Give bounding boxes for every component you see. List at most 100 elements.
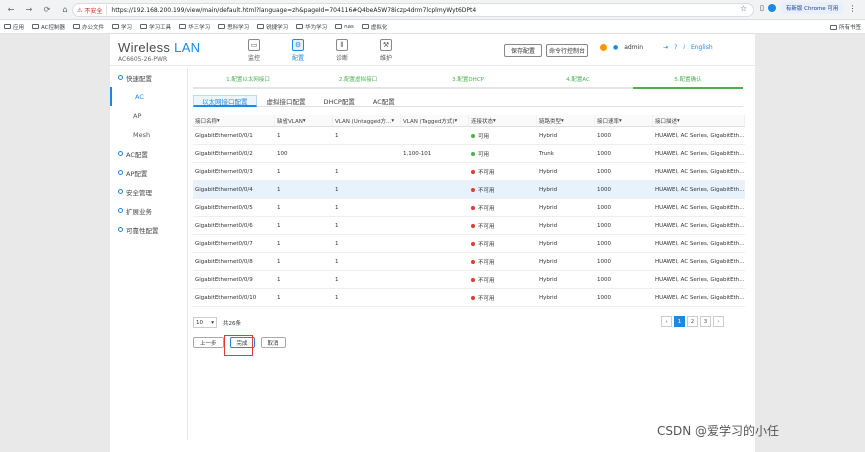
page-button[interactable]: 3 bbox=[700, 316, 711, 327]
sidebar-item[interactable]: 快速配置 bbox=[110, 68, 187, 87]
table-row[interactable]: GigabitEthernet0/0/3 1 1 不可用 Hybrid 1000 HUAWE… bbox=[193, 163, 745, 181]
nav-gear[interactable]: ⚙ 配置 bbox=[286, 39, 310, 62]
bookmark-star-icon[interactable]: ☆ bbox=[740, 4, 747, 13]
sort-icon[interactable]: ▾ bbox=[391, 118, 394, 124]
cell-value: Hybrid bbox=[539, 222, 558, 229]
sidebar-item[interactable]: AP bbox=[110, 106, 187, 125]
sort-icon[interactable]: ▾ bbox=[493, 118, 496, 124]
sidebar-item[interactable]: AP配置 bbox=[110, 163, 187, 182]
bookmark-item[interactable]: 应用 bbox=[4, 23, 24, 31]
table-row[interactable]: GigabitEthernet0/0/2 100 1,100-101 可用 Trunk 1… bbox=[193, 145, 745, 163]
language-link[interactable]: English bbox=[691, 44, 713, 51]
tab-item[interactable]: DHCP配置 bbox=[316, 95, 363, 107]
device-model: AC6605-26-PWR bbox=[118, 56, 168, 63]
nav-monitor[interactable]: ▭ 监控 bbox=[242, 39, 266, 62]
tab-item[interactable]: 虚拟接口配置 bbox=[259, 95, 314, 107]
more-menu-icon[interactable]: ⋮ bbox=[848, 4, 856, 13]
table-cell: Hybrid bbox=[537, 163, 595, 180]
table-cell: 可用 bbox=[469, 127, 537, 144]
table-row[interactable]: GigabitEthernet0/0/5 1 1 不可用 Hybrid 1000 HUAWE… bbox=[193, 199, 745, 217]
table-row[interactable]: GigabitEthernet0/0/10 1 1 不可用 Hybrid 1000 HUAW… bbox=[193, 289, 745, 307]
column-header-label: 接口速率 bbox=[597, 118, 620, 125]
back-icon[interactable]: ← bbox=[4, 3, 18, 17]
bookmark-item[interactable]: AC控制器 bbox=[32, 23, 65, 31]
page-button[interactable]: 2 bbox=[687, 316, 698, 327]
table-row[interactable]: GigabitEthernet0/0/1 1 1 可用 Hybrid 1000 HUAWEI… bbox=[193, 127, 745, 145]
column-header[interactable]: 接口名称 ▾ bbox=[193, 115, 275, 126]
sort-icon[interactable]: ▾ bbox=[677, 118, 680, 124]
profile-icon[interactable] bbox=[767, 4, 776, 12]
page-size-select[interactable]: 10 ▾ bbox=[193, 317, 217, 328]
tab-item[interactable]: AC配置 bbox=[365, 95, 403, 107]
cell-value: Hybrid bbox=[539, 168, 558, 175]
cancel-button[interactable]: 取消 bbox=[260, 337, 286, 348]
folder-icon bbox=[112, 24, 120, 29]
table-cell: 1 bbox=[333, 127, 401, 144]
sidebar-item-label: AP bbox=[133, 111, 142, 120]
nav-diagnose[interactable]: ⫴ 诊断 bbox=[330, 39, 354, 62]
table-cell: GigabitEthernet0/0/8 bbox=[193, 253, 275, 270]
table-row[interactable]: GigabitEthernet0/0/7 1 1 不可用 Hybrid 1000 HUAWE… bbox=[193, 235, 745, 253]
bookmark-item[interactable]: 学习 bbox=[112, 23, 132, 31]
sidebar-item[interactable]: 扩展业务 bbox=[110, 201, 187, 220]
sidebar-item[interactable]: AC bbox=[110, 87, 187, 106]
sidepanel-icon[interactable]: ▯ bbox=[760, 4, 764, 12]
status-dot-icon bbox=[471, 241, 475, 246]
logout-icon[interactable]: ⇥ bbox=[663, 44, 668, 51]
sort-icon[interactable]: ▾ bbox=[455, 118, 458, 124]
username[interactable]: admin bbox=[624, 44, 643, 51]
sidebar-item[interactable]: 安全管理 bbox=[110, 182, 187, 201]
address-bar[interactable]: ⚠ 不安全 https://192.168.200.199/view/main/d… bbox=[72, 3, 754, 17]
page-button[interactable]: 1 bbox=[674, 316, 685, 327]
alert-icon[interactable] bbox=[600, 44, 607, 51]
chevron-down-icon: ▾ bbox=[211, 319, 214, 326]
table-row[interactable]: GigabitEthernet0/0/9 1 1 不可用 Hybrid 1000 HUAWE… bbox=[193, 271, 745, 289]
bookmark-label: 思科学习 bbox=[227, 24, 250, 31]
column-header[interactable]: 接口描述 ▾ bbox=[653, 115, 745, 126]
cell-value: 不可用 bbox=[478, 187, 495, 194]
bookmark-item[interactable]: 办公文件 bbox=[73, 23, 104, 31]
bookmark-item[interactable]: 思科学习 bbox=[218, 23, 249, 31]
prev-step-button[interactable]: 上一步 bbox=[193, 337, 224, 348]
table-cell: HUAWEI, AC Series, GigabitEth... bbox=[653, 271, 745, 288]
column-header[interactable]: 连接状态 ▾ bbox=[469, 115, 537, 126]
bookmark-item[interactable]: 学习工具 bbox=[140, 23, 171, 31]
column-header[interactable]: 接口速率 ▾ bbox=[595, 115, 653, 126]
column-header[interactable]: 缺省VLAN ▾ bbox=[275, 115, 333, 126]
table-row[interactable]: GigabitEthernet0/0/6 1 1 不可用 Hybrid 1000 HUAWE… bbox=[193, 217, 745, 235]
sidebar-item[interactable]: AC配置 bbox=[110, 144, 187, 163]
sort-icon[interactable]: ▾ bbox=[303, 118, 306, 124]
cli-button[interactable]: 命令行控制台 bbox=[546, 44, 588, 57]
table-row[interactable]: GigabitEthernet0/0/4 1 1 不可用 Hybrid 1000 HUAWE… bbox=[193, 181, 745, 199]
bookmark-item[interactable]: 锐捷学习 bbox=[257, 23, 288, 31]
help-icon[interactable]: ? bbox=[674, 44, 677, 51]
sort-icon[interactable]: ▾ bbox=[619, 118, 622, 124]
info-icon[interactable]: i bbox=[683, 44, 685, 51]
forward-icon[interactable]: → bbox=[22, 3, 36, 17]
column-header[interactable]: VLAN (Untagged方... ▾ bbox=[333, 115, 401, 126]
column-header[interactable]: 链路类型 ▾ bbox=[537, 115, 595, 126]
sidebar-item[interactable]: 可靠性配置 bbox=[110, 220, 187, 239]
all-bookmarks[interactable]: 所有书签 bbox=[829, 23, 861, 31]
home-icon[interactable]: ⌂ bbox=[58, 3, 72, 17]
sidebar-item[interactable]: Mesh bbox=[110, 125, 187, 144]
column-header[interactable]: VLAN (Tagged方式) ▾ bbox=[401, 115, 469, 126]
security-indicator[interactable]: ⚠ 不安全 bbox=[77, 5, 108, 15]
page-prev-icon[interactable]: ‹ bbox=[661, 316, 672, 327]
left-margin bbox=[0, 34, 110, 452]
sort-icon[interactable]: ▾ bbox=[217, 118, 220, 124]
page-next-icon[interactable]: › bbox=[713, 316, 724, 327]
chrome-update-button[interactable]: 有新版 Chrome 可用 bbox=[779, 2, 845, 14]
bookmark-item[interactable]: 虚拟化 bbox=[361, 23, 387, 31]
bookmark-item[interactable]: nas bbox=[335, 24, 354, 30]
tab-item[interactable]: 以太网接口配置 bbox=[193, 95, 257, 107]
sort-icon[interactable]: ▾ bbox=[561, 118, 564, 124]
nav-maintain[interactable]: ⚒ 维护 bbox=[374, 39, 398, 62]
bookmark-item[interactable]: 华三学习 bbox=[179, 23, 210, 31]
cell-value: Hybrid bbox=[539, 132, 558, 139]
column-header-label: 链路类型 bbox=[539, 118, 562, 125]
reload-icon[interactable]: ⟳ bbox=[40, 3, 54, 17]
save-config-button[interactable]: 保存配置 bbox=[504, 44, 542, 57]
table-row[interactable]: GigabitEthernet0/0/8 1 1 不可用 Hybrid 1000 HUAWE… bbox=[193, 253, 745, 271]
bookmark-item[interactable]: 华为学习 bbox=[296, 23, 327, 31]
